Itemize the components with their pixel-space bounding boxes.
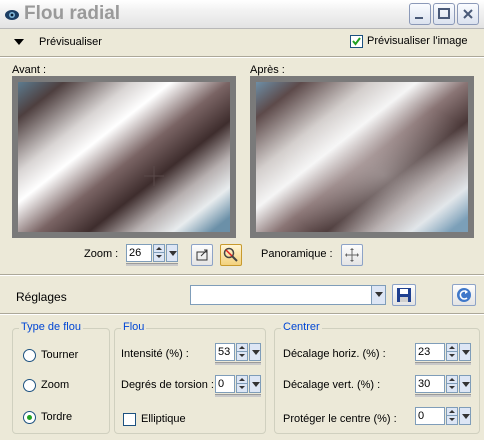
zoom-spinner[interactable] <box>153 244 165 262</box>
zoom-to-fit-button[interactable] <box>191 244 213 266</box>
radio-zoom-label[interactable]: Zoom <box>41 379 69 391</box>
before-label: Avant : <box>12 64 47 76</box>
twist-label: Degrés de torsion : <box>121 379 214 391</box>
twist-spinner[interactable] <box>236 375 248 393</box>
v-offset-input[interactable]: 30 <box>415 375 445 393</box>
intensity-label: Intensité (%) : <box>121 348 189 360</box>
zoom-dropdown-button[interactable] <box>166 244 178 262</box>
blur-type-title: Type de flou <box>19 321 83 333</box>
intensity-spinner[interactable] <box>236 343 248 361</box>
twist-slider[interactable] <box>215 394 261 397</box>
center-group: Centrer Décalage horiz. (%) : 23 Décalag… <box>274 321 480 434</box>
blur-group: Flou Intensité (%) : 53 Degrés de torsio… <box>114 321 266 434</box>
save-preset-button[interactable] <box>392 284 416 306</box>
twist-dropdown-button[interactable] <box>249 375 261 393</box>
h-offset-label: Décalage horiz. (%) : <box>283 348 386 360</box>
zoom-tool-button[interactable] <box>220 244 242 266</box>
twist-input[interactable]: 0 <box>215 375 235 393</box>
zoom-input[interactable]: 26 <box>126 244 152 262</box>
protect-center-input[interactable]: 0 <box>415 407 445 425</box>
after-preview <box>250 76 474 238</box>
blur-type-group: Type de flou Tourner Zoom Tordre <box>12 321 110 434</box>
protect-center-dropdown-button[interactable] <box>459 407 471 425</box>
protect-center-label: Protéger le centre (%) : <box>283 413 397 425</box>
after-label: Après : <box>250 64 285 76</box>
h-offset-input[interactable]: 23 <box>415 343 445 361</box>
minimize-button[interactable] <box>409 3 431 25</box>
preview-header: Prévisualiser Prévisualiser l'image <box>0 30 484 55</box>
zoom-slider[interactable] <box>126 263 178 266</box>
pan-label: Panoramique : <box>261 248 333 260</box>
radio-tordre[interactable] <box>23 411 36 424</box>
v-offset-label: Décalage vert. (%) : <box>283 379 381 391</box>
presets-label: Réglages <box>16 290 67 304</box>
v-offset-spinner[interactable] <box>446 375 458 393</box>
close-button[interactable] <box>457 3 479 25</box>
h-offset-spinner[interactable] <box>446 343 458 361</box>
intensity-dropdown-button[interactable] <box>249 343 261 361</box>
before-preview[interactable] <box>12 76 236 238</box>
divider <box>0 56 484 58</box>
presets-dropdown[interactable] <box>190 285 386 305</box>
v-offset-slider[interactable] <box>415 394 471 397</box>
h-offset-slider[interactable] <box>415 362 471 365</box>
elliptical-label[interactable]: Elliptique <box>141 413 186 425</box>
divider <box>0 313 484 315</box>
elliptical-checkbox[interactable] <box>123 413 136 426</box>
window-title: Flou radial <box>24 3 121 24</box>
presets-dropdown-arrow[interactable] <box>371 286 385 304</box>
collapse-arrow-icon[interactable] <box>14 39 24 45</box>
radio-zoom[interactable] <box>23 379 36 392</box>
pan-button[interactable] <box>341 244 363 266</box>
preview-image-label[interactable]: Prévisualiser l'image <box>367 35 468 47</box>
divider <box>0 274 484 276</box>
maximize-button[interactable] <box>433 3 455 25</box>
title-bar: Flou radial <box>0 0 484 29</box>
center-title: Centrer <box>281 321 322 333</box>
h-offset-dropdown-button[interactable] <box>459 343 471 361</box>
zoom-label: Zoom : <box>84 248 119 260</box>
intensity-input[interactable]: 53 <box>215 343 235 361</box>
app-icon <box>4 6 20 22</box>
preview-image-checkbox[interactable] <box>350 35 363 48</box>
radio-tourner-label[interactable]: Tourner <box>41 349 78 361</box>
reset-button[interactable] <box>452 284 476 306</box>
preview-toggle-label[interactable]: Prévisualiser <box>39 36 102 48</box>
v-offset-dropdown-button[interactable] <box>459 375 471 393</box>
protect-center-spinner[interactable] <box>446 407 458 425</box>
intensity-slider[interactable] <box>215 362 261 365</box>
radio-tourner[interactable] <box>23 349 36 362</box>
blur-title: Flou <box>121 321 147 333</box>
radio-tordre-label[interactable]: Tordre <box>41 411 72 423</box>
